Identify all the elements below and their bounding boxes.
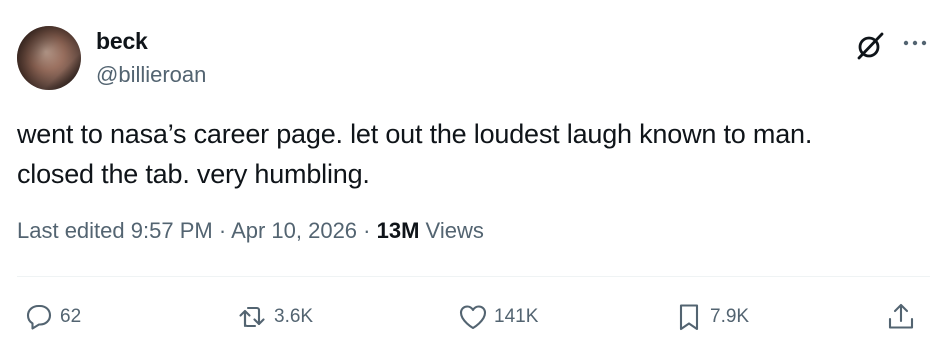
reply-icon [26, 304, 52, 330]
tweet-card: beck @billieroan went to nasa’s career p… [0, 0, 944, 343]
divider [17, 276, 930, 277]
tweet-meta: Last edited 9:57 PM · Apr 10, 2026 · 13M… [17, 218, 484, 244]
post-date[interactable]: Apr 10, 2026 [231, 218, 357, 243]
reply-count: 62 [60, 306, 82, 327]
bookmark-button[interactable]: 7.9K [672, 297, 749, 337]
repost-button[interactable]: 3.6K [236, 297, 313, 337]
tweet-text-line: went to nasa’s career page. let out the … [17, 119, 813, 149]
share-icon [888, 303, 914, 329]
author-display-name[interactable]: beck [96, 28, 148, 55]
views-count[interactable]: 13M [377, 218, 420, 243]
heart-icon [459, 305, 487, 330]
grok-icon[interactable] [855, 31, 885, 61]
avatar[interactable] [17, 26, 81, 90]
repost-icon [239, 306, 265, 328]
more-icon[interactable] [902, 34, 928, 52]
bookmark-icon [679, 304, 699, 331]
tweet-text: went to nasa’s career page. let out the … [17, 114, 927, 194]
views-label[interactable]: Views [426, 218, 484, 243]
post-time[interactable]: 9:57 PM [131, 218, 213, 243]
edited-label[interactable]: Last edited [17, 218, 125, 243]
reply-button[interactable]: 62 [22, 297, 81, 337]
like-button[interactable]: 141K [456, 297, 538, 337]
tweet-text-line: closed the tab. very humbling. [17, 159, 370, 189]
meta-separator: · [363, 218, 371, 243]
share-button[interactable] [884, 297, 918, 337]
repost-count: 3.6K [274, 306, 314, 327]
like-count: 141K [494, 306, 539, 327]
bookmark-count: 7.9K [710, 306, 750, 327]
meta-separator: · [218, 218, 227, 243]
author-handle[interactable]: @billieroan [96, 62, 206, 88]
